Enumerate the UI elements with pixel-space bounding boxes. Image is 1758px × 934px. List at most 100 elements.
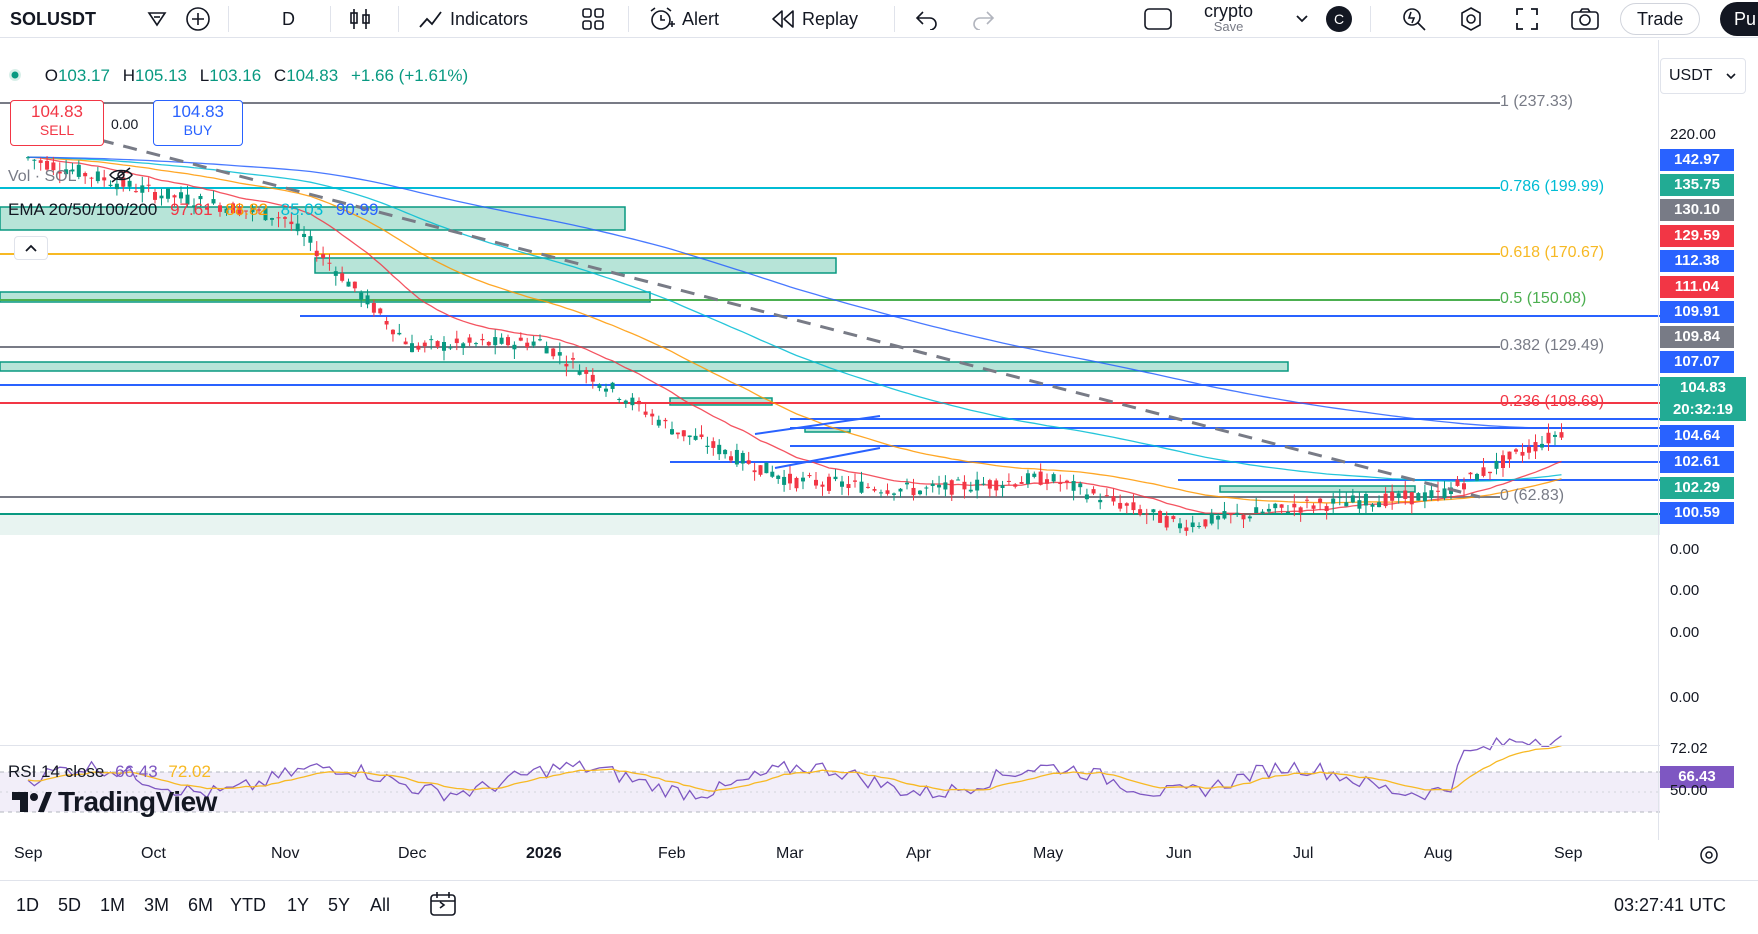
rsi-legend[interactable]: RSI 14 close 66.43 72.02 [8,762,211,782]
candle-body [584,370,589,374]
high-label: H [122,66,135,85]
candle-body [752,470,757,473]
candle-body [758,465,763,475]
candle-body [38,160,43,163]
candle-body [1138,509,1143,515]
range-button-6m[interactable]: 6M [188,895,213,916]
alert-button[interactable]: Alert [648,0,719,38]
candle-body [1098,499,1103,503]
candle-body [885,490,890,494]
candle-body [827,476,831,491]
time-tick: Jun [1166,845,1192,862]
candle-body [1151,509,1156,513]
candle-body [801,477,805,482]
buy-button[interactable]: 104.83 BUY [153,100,243,146]
candle-body [538,339,542,341]
publish-button[interactable]: Pu [1720,2,1758,36]
candle-body [416,345,421,350]
indicators-button[interactable]: Indicators [418,0,528,38]
candle-body [371,302,376,313]
candle-body [1475,473,1479,481]
candle-body [872,489,877,491]
candle-body [1311,505,1316,509]
dashed-trendline [99,138,1481,499]
candle-body [198,195,203,200]
compare-symbol-icon[interactable] [145,0,169,38]
templates-icon[interactable] [580,0,606,38]
symbol-search[interactable]: SOLUSDT [10,0,96,38]
top-toolbar: SOLUSDT D Indicators Alert Replay crypto [0,0,1758,38]
chart-type-icon[interactable] [348,0,372,38]
undo-icon[interactable] [914,0,940,38]
price-label: 104.64 [1660,425,1734,447]
price-label: 130.10 [1660,199,1734,221]
range-button-ytd[interactable]: YTD [230,895,266,916]
candle-body [1488,471,1492,474]
replay-button[interactable]: Replay [770,0,858,38]
candle-body [675,432,680,435]
pane-divider[interactable] [0,745,1660,746]
candle-body [1071,481,1076,491]
eye-hidden-icon[interactable] [108,166,134,184]
buy-price: 104.83 [172,102,224,121]
sell-button[interactable]: 104.83 SELL [10,100,104,146]
bottom-divider [0,880,1758,881]
range-button-1y[interactable]: 1Y [287,895,309,916]
candle-body [384,321,389,325]
candle-body [717,444,722,455]
utc-clock[interactable]: 03:27:41 UTC [1614,895,1726,916]
bottom-zone [0,513,1660,535]
range-button-3m[interactable]: 3M [144,895,169,916]
candle-body [1222,511,1227,519]
price-chart[interactable] [0,40,1758,840]
candle-body [146,184,151,186]
settings-gear-icon[interactable] [1698,844,1720,871]
date-range-calendar-icon[interactable] [428,890,458,923]
ema-legend[interactable]: EMA 20/50/100/200 97.61 88.82 85.03 90.9… [8,200,378,220]
candle-body [1501,455,1505,468]
quick-search-icon[interactable] [1400,0,1428,38]
low-value: 103.16 [209,66,262,85]
candle-body [1357,500,1362,509]
candle-body [474,343,478,345]
candle-body [1184,527,1189,531]
candle-body [1403,490,1408,499]
fullscreen-icon[interactable] [1514,0,1540,38]
candle-body [179,192,183,199]
currency-select[interactable]: USDT [1660,58,1746,94]
indicators-label: Indicators [450,8,529,29]
range-button-1d[interactable]: 1D [16,895,39,916]
camera-icon[interactable] [1570,0,1600,38]
trade-button[interactable]: Trade [1620,3,1701,35]
open-label: O [44,66,58,85]
range-button-1m[interactable]: 1M [100,895,125,916]
rsi-label: RSI 14 close [8,762,105,781]
candle-body [866,486,870,488]
time-tick: May [1033,845,1064,862]
range-button-5y[interactable]: 5Y [328,895,350,916]
layout-icon[interactable] [1143,0,1173,38]
settings-gear-icon[interactable] [1457,0,1485,38]
candle-body [1051,474,1056,482]
candle-body [937,484,942,488]
candle-body [597,384,602,388]
ema100-value: 85.03 [280,200,324,219]
chevron-down-icon[interactable] [1295,0,1309,38]
candle-body [968,489,973,492]
range-button-all[interactable]: All [370,895,390,916]
range-button-5d[interactable]: 5D [58,895,81,916]
avatar-button[interactable]: C [1326,0,1352,38]
channel-lower-line [774,447,881,469]
redo-icon[interactable] [970,0,996,38]
price-label: 142.97 [1660,149,1734,171]
layout-name-button[interactable]: crypto Save [1204,0,1253,38]
candle-body [623,400,628,404]
candle-body [670,429,674,435]
rewind-icon [772,10,794,28]
candle-body [1468,472,1473,475]
add-symbol-icon[interactable] [185,0,211,38]
interval-button[interactable]: D [282,0,295,38]
tradingview-logo[interactable]: TradingView [12,786,217,818]
candle-body [1377,502,1382,508]
collapse-legend-button[interactable] [14,236,48,260]
